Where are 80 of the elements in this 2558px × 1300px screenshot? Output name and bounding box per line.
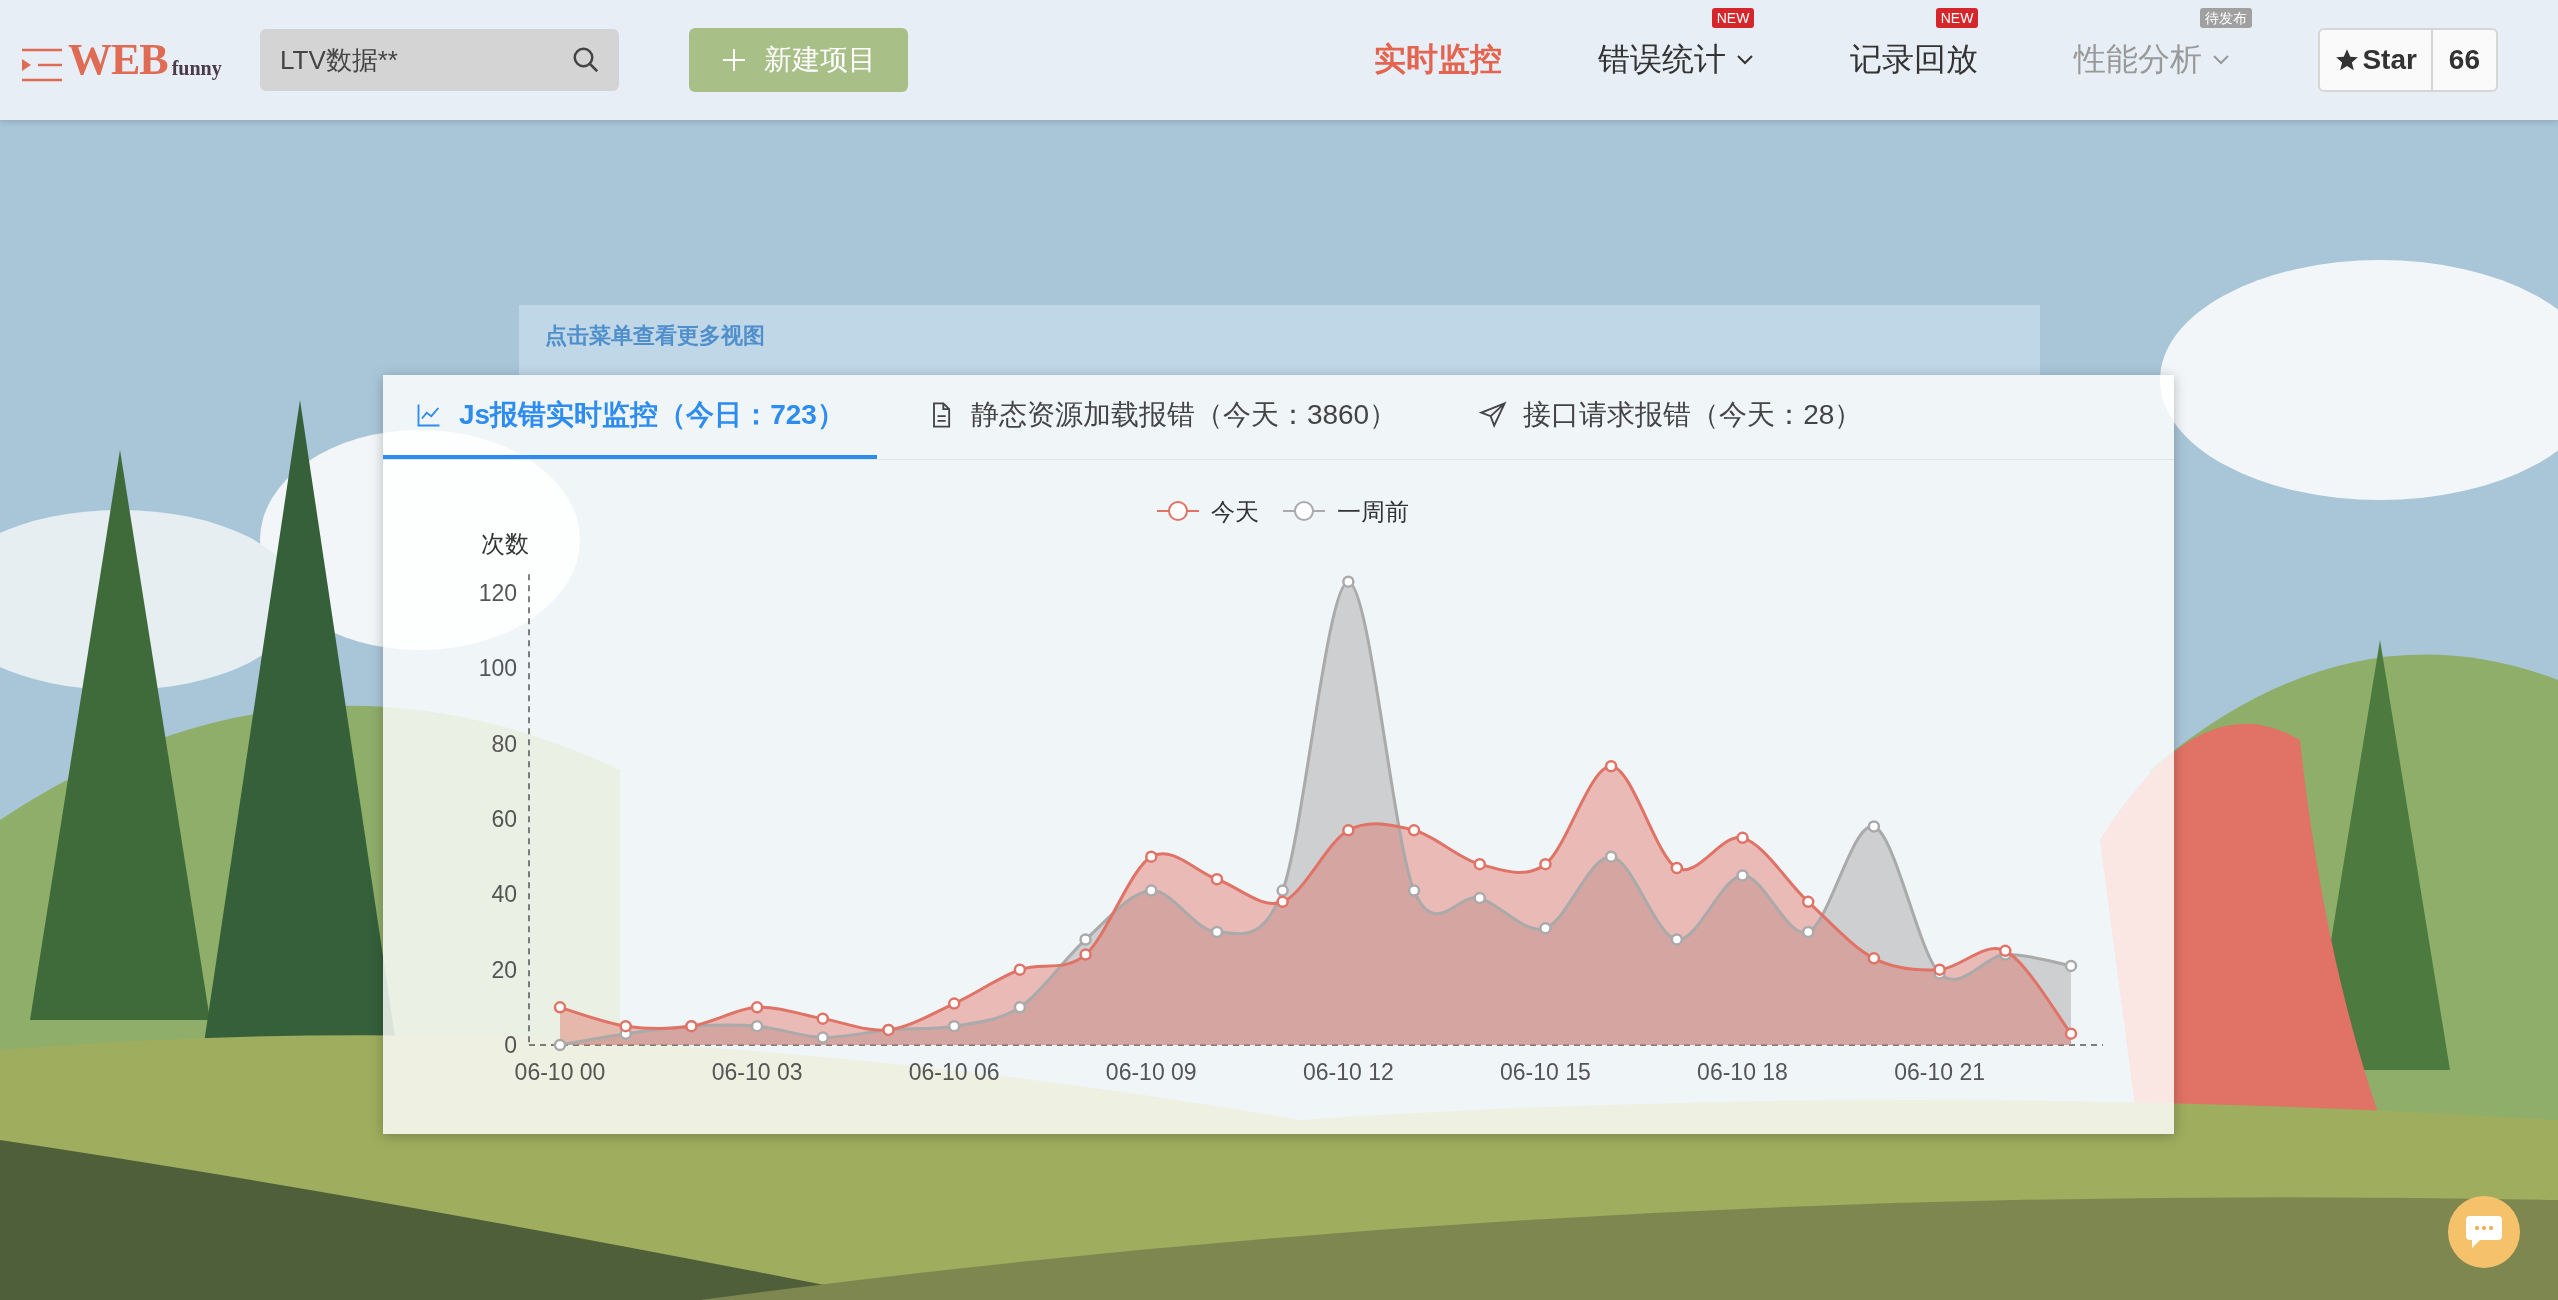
point (1539, 857, 1552, 871)
point (1801, 895, 1815, 909)
point (1079, 948, 1092, 961)
x-tick-label: 06-10 15 (1500, 1059, 1591, 1085)
point (1407, 824, 1421, 837)
point (750, 1019, 764, 1033)
point (1670, 933, 1684, 946)
point (1276, 895, 1289, 909)
point (750, 1001, 764, 1014)
point (1079, 933, 1092, 946)
legend-label: 一周前 (1337, 498, 1409, 525)
x-tick-label: 06-10 06 (908, 1059, 1000, 1085)
x-tick-label: 06-10 03 (711, 1059, 803, 1085)
point (619, 1019, 632, 1033)
plus-icon (721, 48, 746, 72)
monitor-tab[interactable]: 接口请求报错（今天：28） (1447, 375, 1895, 459)
hint-text: 点击菜单查看更多视图 (545, 323, 765, 348)
point (1013, 1001, 1027, 1014)
nav-link[interactable]: 记录回放 (1850, 38, 1979, 82)
x-tick-label: 06-10 21 (1894, 1059, 1985, 1085)
logo-text: WEB (68, 38, 168, 82)
point (1342, 575, 1355, 588)
point (1670, 861, 1684, 875)
point (553, 1038, 567, 1052)
point (2064, 959, 2078, 973)
point (1736, 869, 1749, 882)
point (1999, 944, 2012, 958)
point (1867, 952, 1881, 965)
point (947, 997, 961, 1010)
y-tick-label: 20 (491, 956, 517, 983)
legend-marker-icon[interactable] (1282, 501, 1326, 521)
point (1473, 857, 1486, 871)
y-axis-title: 次数 (481, 530, 529, 557)
point (1145, 884, 1158, 897)
menu-icon[interactable] (20, 48, 64, 82)
point (1867, 820, 1881, 833)
logo-subtext: funny (171, 57, 222, 80)
star-button[interactable]: Star (2320, 30, 2433, 90)
chat-icon (2464, 1214, 2504, 1250)
y-tick-label: 60 (491, 806, 517, 832)
point (1013, 963, 1027, 976)
point (1736, 831, 1749, 845)
nav-link[interactable]: 错误统计 (1598, 38, 1755, 82)
point (1210, 925, 1224, 939)
star-icon (2334, 47, 2361, 73)
nav-badge: NEW (1711, 8, 1755, 28)
point (1604, 850, 1618, 863)
x-tick-label: 06-10 09 (1105, 1059, 1197, 1085)
point (1276, 884, 1289, 897)
legend-label: 今天 (1211, 498, 1259, 525)
point (1933, 963, 1946, 976)
y-tick-label: 80 (491, 730, 517, 757)
y-tick-label: 100 (478, 655, 517, 682)
point (1210, 873, 1224, 886)
point (1342, 824, 1355, 837)
x-tick-label: 06-10 00 (514, 1059, 606, 1085)
x-tick-label: 06-10 12 (1302, 1059, 1394, 1085)
star-count[interactable]: 66 (2432, 30, 2496, 90)
legend-marker-icon[interactable] (1156, 501, 1200, 521)
point (1407, 884, 1421, 897)
point (947, 1019, 961, 1033)
search-icon[interactable] (571, 45, 601, 75)
point (1604, 760, 1618, 773)
point (1145, 850, 1158, 863)
point (1473, 891, 1486, 905)
point (2064, 1027, 2078, 1040)
y-tick-label: 0 (504, 1032, 517, 1058)
paper-plane-icon (1479, 401, 1508, 429)
y-tick-label: 120 (478, 580, 517, 606)
point (1539, 921, 1552, 935)
nav-badge: 待发布 (2200, 8, 2253, 28)
point (816, 1012, 830, 1025)
point (816, 1031, 830, 1044)
y-tick-label: 40 (491, 881, 517, 908)
point (1801, 925, 1815, 939)
nav-badge: NEW (1935, 8, 1979, 28)
monitor-tab[interactable]: 静态资源加载报错（今天：3860） (894, 375, 1430, 459)
search-field[interactable]: LTV数据** (260, 29, 619, 91)
point (553, 1001, 567, 1014)
x-tick-label: 06-10 18 (1697, 1059, 1788, 1085)
